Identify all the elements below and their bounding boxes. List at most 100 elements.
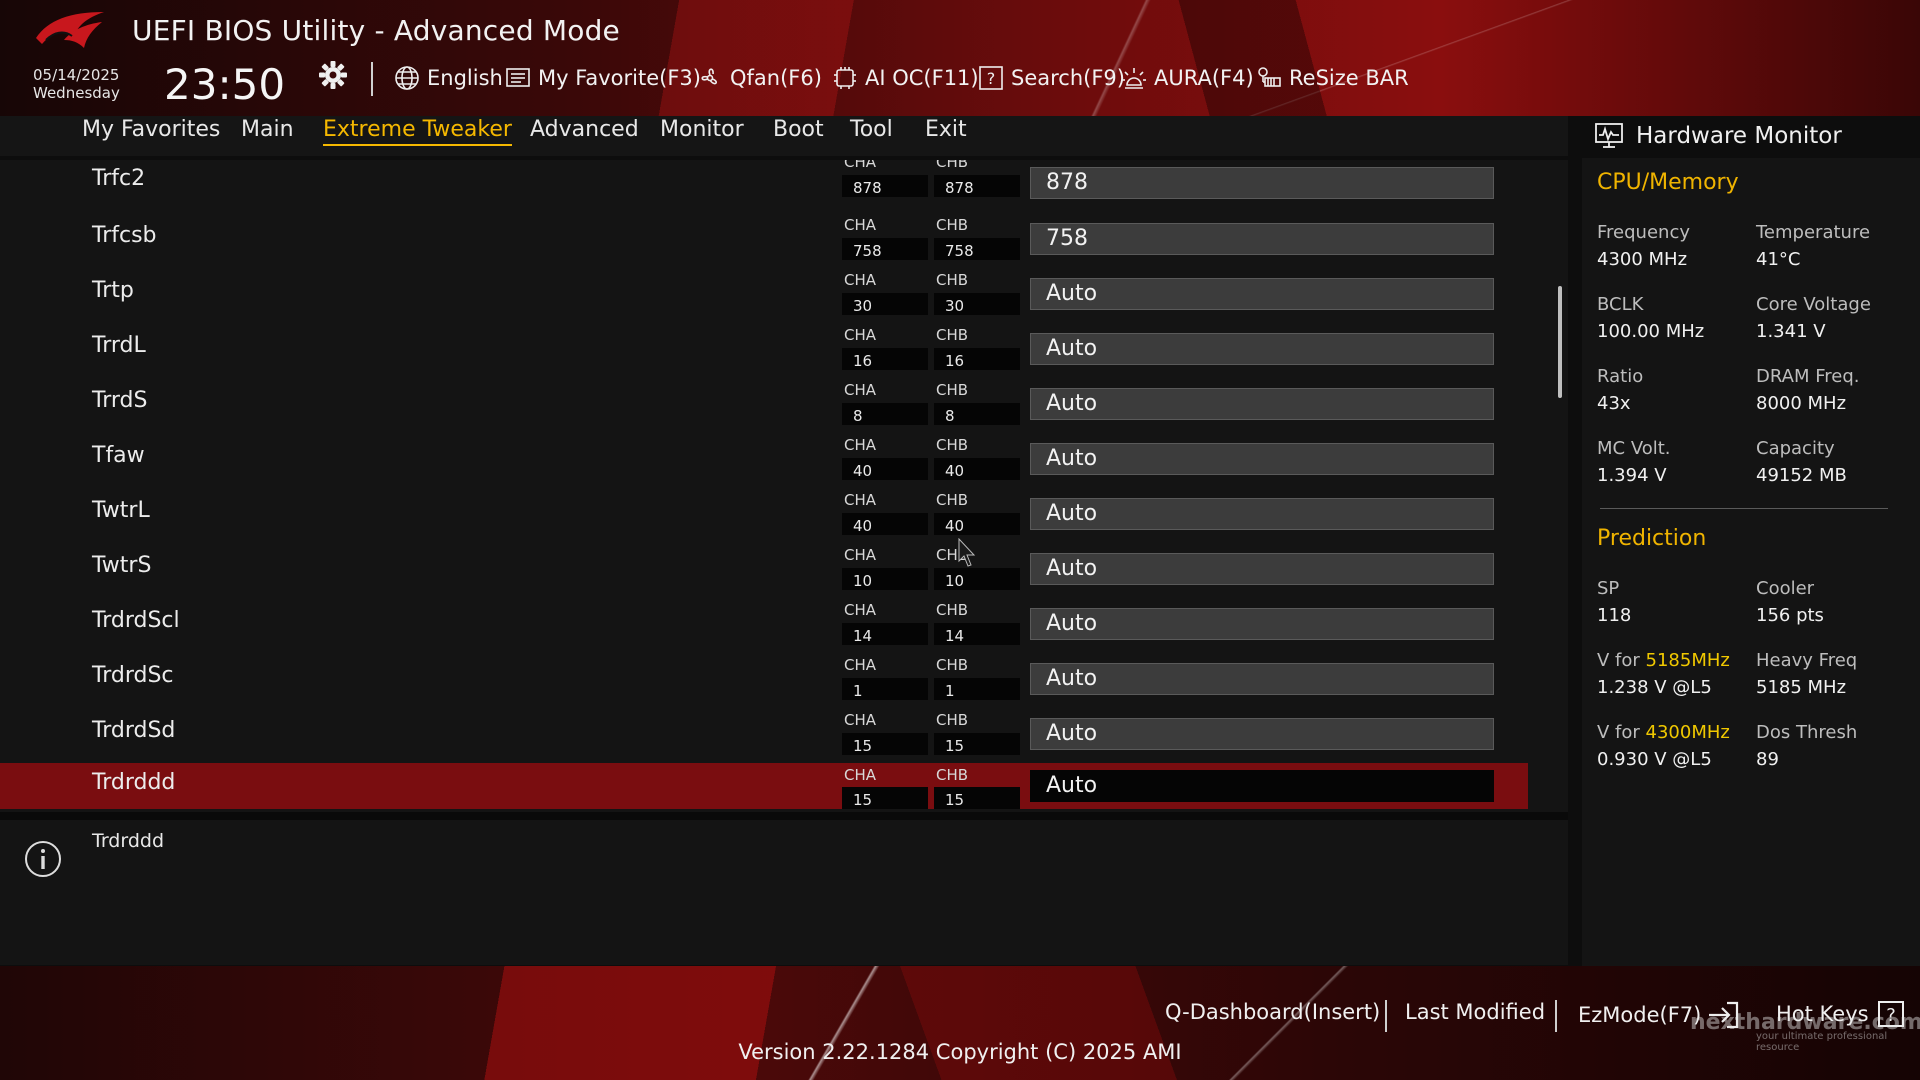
setting-value-field[interactable]: Auto xyxy=(1030,608,1494,640)
weekday-text: Wednesday xyxy=(33,84,120,102)
bclk-label: BCLK xyxy=(1597,294,1644,315)
setting-value-field[interactable]: Auto xyxy=(1030,663,1494,695)
chb-value: 10 xyxy=(934,568,1020,590)
setting-row-trdrdsd[interactable]: TrdrdSd CHA CHB 15 15 Auto xyxy=(0,711,1528,767)
setting-label: TrdrdSd xyxy=(92,718,176,743)
help-text: Trdrddd xyxy=(92,830,165,852)
cha-label: CHA xyxy=(844,766,877,784)
setting-label: Tfaw xyxy=(92,443,145,468)
v-for-prefix: V for xyxy=(1597,722,1640,743)
chb-label: CHB xyxy=(936,601,969,619)
tab-boot[interactable]: Boot xyxy=(773,116,824,144)
ezmode-label: EzMode(F7) xyxy=(1578,1003,1702,1027)
list-scrollbar[interactable] xyxy=(1558,286,1562,398)
cha-label: CHA xyxy=(844,216,877,234)
setting-value-field[interactable]: 878 xyxy=(1030,167,1494,199)
last-modified-button[interactable]: Last Modified xyxy=(1405,1000,1545,1024)
cha-value: 30 xyxy=(842,293,928,315)
tab-extreme-tweaker[interactable]: Extreme Tweaker xyxy=(323,116,512,146)
cha-label: CHA xyxy=(844,381,877,399)
chb-value: 14 xyxy=(934,623,1020,645)
heavy-freq-label: Heavy Freq xyxy=(1756,650,1858,671)
tab-tool[interactable]: Tool xyxy=(850,116,893,144)
setting-row-trdrdsc[interactable]: TrdrdSc CHA CHB 1 1 Auto xyxy=(0,656,1528,712)
hardware-monitor-header: Hardware Monitor xyxy=(1594,116,1920,156)
aura-button[interactable]: AURA(F4) xyxy=(1121,62,1254,94)
resize-bar-label: ReSize BAR xyxy=(1289,66,1409,90)
mouse-pointer-icon xyxy=(958,538,976,567)
tab-main[interactable]: Main xyxy=(241,116,294,144)
sp-label: SP xyxy=(1597,578,1620,599)
cooler-value: 156 pts xyxy=(1756,605,1824,626)
dos-thresh-label: Dos Thresh xyxy=(1756,722,1858,743)
ai-oc-button[interactable]: AI OC(F11) xyxy=(832,62,979,94)
chb-value: 30 xyxy=(934,293,1020,315)
my-favorite-button[interactable]: My Favorite(F3) xyxy=(505,62,701,94)
cha-value: 15 xyxy=(842,787,928,809)
sp-value: 118 xyxy=(1597,605,1632,626)
cha-value: 16 xyxy=(842,348,928,370)
svg-text:?: ? xyxy=(987,69,996,88)
setting-label: Trfcsb xyxy=(92,223,157,248)
chb-label: CHB xyxy=(936,656,969,674)
aura-label: AURA(F4) xyxy=(1154,66,1254,90)
q-dashboard-button[interactable]: Q-Dashboard(Insert) xyxy=(1165,1000,1380,1024)
setting-label: TrrdS xyxy=(92,388,148,413)
tab-exit[interactable]: Exit xyxy=(925,116,967,144)
setting-value-field[interactable]: Auto xyxy=(1030,333,1494,365)
cha-value: 40 xyxy=(842,513,928,535)
qfan-button[interactable]: Qfan(F6) xyxy=(697,62,822,94)
setting-row-trtp[interactable]: Trtp CHA CHB 30 30 Auto xyxy=(0,271,1528,327)
setting-label: Trdrddd xyxy=(92,770,176,795)
clock[interactable]: 23:50 xyxy=(164,60,285,109)
setting-value-field[interactable]: Auto xyxy=(1030,553,1494,585)
dram-freq-value: 8000 MHz xyxy=(1756,393,1847,414)
gear-icon[interactable] xyxy=(318,60,348,90)
cha-value: 14 xyxy=(842,623,928,645)
setting-value-field[interactable]: Auto xyxy=(1030,770,1494,802)
resize-bar-button[interactable]: ReSize BAR xyxy=(1256,62,1409,94)
tab-my-favorites[interactable]: My Favorites xyxy=(82,116,220,144)
setting-row-trfc2[interactable]: Trfc2 CHA CHB 878 878 878 xyxy=(0,160,1528,215)
chb-label: CHB xyxy=(936,436,969,454)
setting-row-twtrl[interactable]: TwtrL CHA CHB 40 40 Auto xyxy=(0,491,1528,547)
chb-label: CHB xyxy=(936,216,969,234)
v-for-1-value: 1.238 V @L5 xyxy=(1597,677,1712,698)
chb-value: 1 xyxy=(934,678,1020,700)
capacity-value: 49152 MB xyxy=(1756,465,1847,486)
setting-label: TwtrS xyxy=(92,553,152,578)
setting-label: TrrdL xyxy=(92,333,146,358)
chb-value: 40 xyxy=(934,513,1020,535)
setting-value-field[interactable]: Auto xyxy=(1030,388,1494,420)
setting-value-field[interactable]: Auto xyxy=(1030,443,1494,475)
cha-label: CHA xyxy=(844,491,877,509)
app-title: UEFI BIOS Utility - Advanced Mode xyxy=(132,14,620,47)
qfan-label: Qfan(F6) xyxy=(730,66,822,90)
temperature-value: 41°C xyxy=(1756,249,1801,270)
search-button[interactable]: ? Search(F9) xyxy=(978,62,1125,94)
setting-row-trrdl[interactable]: TrrdL CHA CHB 16 16 Auto xyxy=(0,326,1528,382)
setting-row-tfaw[interactable]: Tfaw CHA CHB 40 40 Auto xyxy=(0,436,1528,492)
setting-value-field[interactable]: 758 xyxy=(1030,223,1494,255)
prediction-title: Prediction xyxy=(1597,526,1707,551)
cha-value: 8 xyxy=(842,403,928,425)
setting-row-trdrddd-selected[interactable]: Trdrddd CHA CHB 15 15 Auto xyxy=(0,763,1528,809)
setting-value-field[interactable]: Auto xyxy=(1030,278,1494,310)
footer-divider xyxy=(1385,1000,1387,1032)
tab-advanced[interactable]: Advanced xyxy=(530,116,639,144)
ratio-value: 43x xyxy=(1597,393,1631,414)
setting-row-trfcsb[interactable]: Trfcsb CHA CHB 758 758 758 xyxy=(0,216,1528,272)
capacity-label: Capacity xyxy=(1756,438,1835,459)
setting-row-trdrdscl[interactable]: TrdrdScl CHA CHB 14 14 Auto xyxy=(0,601,1528,657)
cha-label: CHA xyxy=(844,436,877,454)
tab-monitor[interactable]: Monitor xyxy=(660,116,744,144)
language-button[interactable]: English xyxy=(394,62,503,94)
setting-row-twtrs[interactable]: TwtrS CHA CHB 10 10 Auto xyxy=(0,546,1528,602)
setting-value-field[interactable]: Auto xyxy=(1030,718,1494,750)
setting-value-field[interactable]: Auto xyxy=(1030,498,1494,530)
setting-row-trrds[interactable]: TrrdS CHA CHB 8 8 Auto xyxy=(0,381,1528,437)
v-for-1-freq: 5185MHz xyxy=(1645,650,1730,671)
main-tab-bar: My Favorites Main Extreme Tweaker Advanc… xyxy=(0,116,1568,156)
settings-panel: Trfc2 CHA CHB 878 878 878 Trfcsb CHA CHB… xyxy=(0,160,1568,812)
cha-value: 758 xyxy=(842,238,928,260)
